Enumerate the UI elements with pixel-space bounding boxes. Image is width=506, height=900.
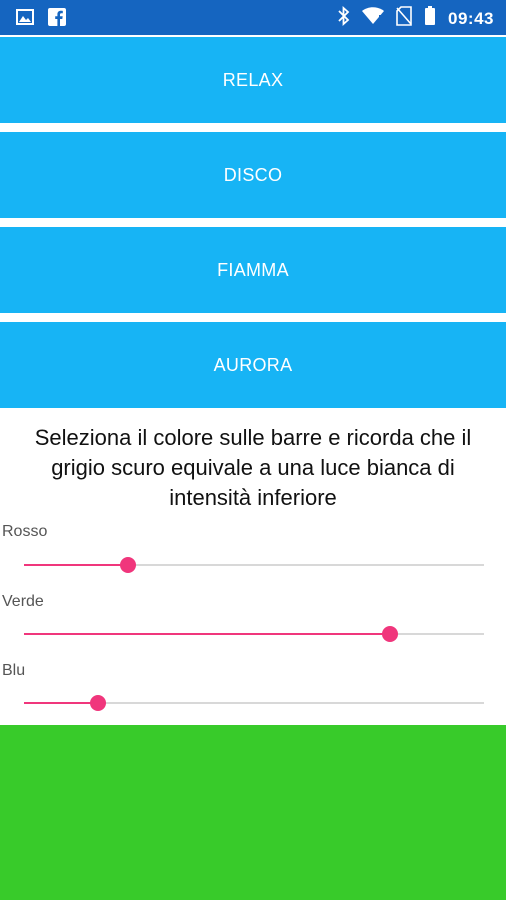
- disco-button[interactable]: DISCO: [0, 132, 506, 218]
- color-preview: [0, 725, 506, 900]
- status-time: 09:43: [448, 8, 494, 28]
- battery-icon: [424, 6, 436, 31]
- slider-thumb[interactable]: [119, 557, 136, 573]
- blue-slider[interactable]: [24, 691, 484, 715]
- no-sim-icon: [396, 6, 412, 31]
- slider-fill: [24, 633, 390, 635]
- status-bar: 09:43: [0, 0, 506, 35]
- slider-thumb[interactable]: [89, 695, 106, 711]
- fiamma-button[interactable]: FIAMMA: [0, 227, 506, 313]
- wifi-icon: [362, 7, 385, 30]
- slider-fill: [24, 564, 128, 566]
- image-icon: [16, 8, 34, 31]
- slider-thumb[interactable]: [381, 626, 398, 642]
- blue-slider-label: Blu: [2, 662, 26, 679]
- red-slider[interactable]: [24, 553, 484, 577]
- bluetooth-icon: [338, 5, 350, 31]
- relax-button[interactable]: RELAX: [0, 37, 506, 123]
- slider-fill: [24, 702, 98, 704]
- green-slider[interactable]: [24, 622, 484, 646]
- green-slider-label: Verde: [2, 593, 44, 610]
- red-slider-label: Rosso: [2, 523, 48, 540]
- instructions-text: Seleziona il colore sulle barre e ricord…: [34, 425, 472, 510]
- facebook-icon: [48, 8, 66, 31]
- aurora-button[interactable]: AURORA: [0, 322, 506, 408]
